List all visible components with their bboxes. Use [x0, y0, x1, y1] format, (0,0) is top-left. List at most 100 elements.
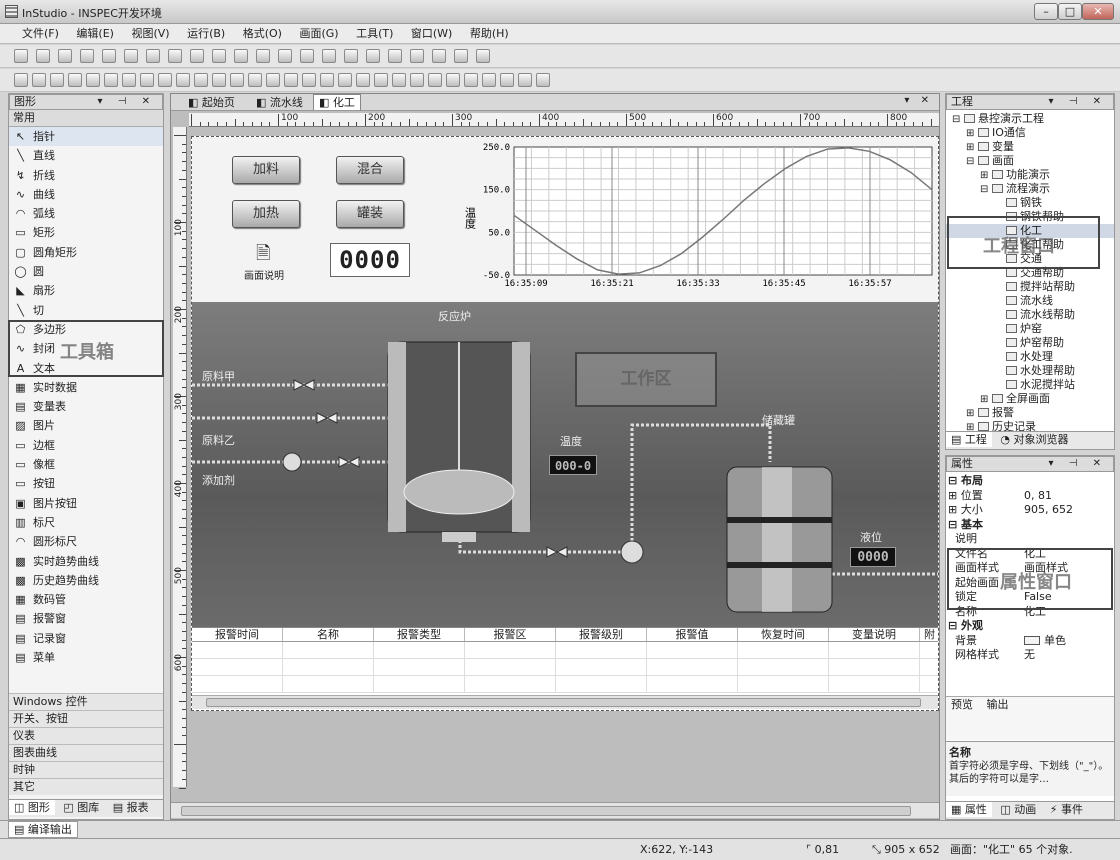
heat-button[interactable]: 加热	[232, 200, 300, 228]
toolbar-button-icon[interactable]	[500, 73, 514, 87]
toolbox-category[interactable]: Windows 控件	[9, 693, 163, 710]
tab-build-output[interactable]: ▤ 编译输出	[8, 821, 78, 838]
toolbar-button-icon[interactable]	[300, 49, 314, 63]
alarm-column-header[interactable]: 报警时间	[192, 628, 283, 641]
menu-file[interactable]: 文件(F)	[22, 24, 59, 44]
toolbar-button-icon[interactable]	[344, 49, 358, 63]
alarm-column-header[interactable]: 报警类型	[374, 628, 465, 641]
toolbar-button-icon[interactable]	[256, 49, 270, 63]
toolbar-button-icon[interactable]	[266, 73, 280, 87]
toolbar-button-icon[interactable]	[428, 73, 442, 87]
valve-out[interactable]	[546, 546, 568, 558]
property-row[interactable]: ⊟ 外观	[948, 619, 1114, 634]
toolbox-section[interactable]: 常用	[9, 110, 163, 127]
toolbar-button-icon[interactable]	[50, 73, 64, 87]
toolbar-button-icon[interactable]	[234, 49, 248, 63]
pump-transfer[interactable]	[620, 540, 644, 564]
close-button[interactable]: ✕	[1082, 3, 1114, 20]
toolbar-button-icon[interactable]	[14, 49, 28, 63]
toolbar-button-icon[interactable]	[122, 73, 136, 87]
toolbox-category[interactable]: 其它	[9, 778, 163, 795]
toolbar-button-icon[interactable]	[176, 73, 190, 87]
toolbar-button-icon[interactable]	[482, 73, 496, 87]
toolbar-button-icon[interactable]	[86, 73, 100, 87]
toolbar-button-icon[interactable]	[454, 49, 468, 63]
tab-chemical[interactable]: ◧ 化工	[313, 94, 361, 110]
tool-item[interactable]: ╲ 切	[9, 301, 163, 320]
toolbar-button-icon[interactable]	[518, 73, 532, 87]
tool-item[interactable]: ▩ 历史趋势曲线	[9, 571, 163, 590]
menu-edit[interactable]: 编辑(E)	[76, 24, 114, 44]
doc-tab-controls[interactable]: ▾ ✕	[904, 95, 933, 106]
toolbar-button-icon[interactable]	[68, 73, 82, 87]
tree-node[interactable]: ⊞ 报警	[946, 406, 1114, 420]
tree-node[interactable]: ⊞ 功能演示	[946, 168, 1114, 182]
toolbar-button-icon[interactable]	[284, 73, 298, 87]
tool-item[interactable]: ▦ 数码管	[9, 590, 163, 609]
tab-preview[interactable]: 预览	[946, 697, 978, 712]
tree-node[interactable]: ⊟ 画面	[946, 154, 1114, 168]
tool-item[interactable]: ▭ 矩形	[9, 223, 163, 242]
valve-a[interactable]	[293, 379, 315, 391]
minimize-button[interactable]: –	[1034, 3, 1058, 20]
project-panel-controls[interactable]: ▾ ⊣ ✕	[1049, 95, 1107, 109]
tab-shapes[interactable]: ◫ 图形	[9, 800, 55, 815]
toolbar-button-icon[interactable]	[80, 49, 94, 63]
toolbar-button-icon[interactable]	[104, 73, 118, 87]
tool-item[interactable]: ∿ 曲线	[9, 185, 163, 204]
tree-node[interactable]: 流水线帮助	[946, 308, 1114, 322]
toolbar-button-icon[interactable]	[58, 49, 72, 63]
tab-object-browser[interactable]: ◔ 对象浏览器	[995, 432, 1073, 447]
menu-help[interactable]: 帮助(H)	[470, 24, 509, 44]
alarm-column-header[interactable]: 附	[920, 628, 938, 641]
tab-start-page[interactable]: ◧ 起始页	[183, 95, 240, 110]
menu-view[interactable]: 视图(V)	[131, 24, 169, 44]
toolbar-button-icon[interactable]	[432, 49, 446, 63]
toolbox-category[interactable]: 图表曲线	[9, 744, 163, 761]
tree-node[interactable]: 水泥搅拌站	[946, 378, 1114, 392]
toolbar-button-icon[interactable]	[146, 49, 160, 63]
tool-item[interactable]: ▦ 实时数据	[9, 378, 163, 397]
property-row[interactable]: 网格样式 无	[948, 648, 1114, 663]
toolbar-button-icon[interactable]	[356, 73, 370, 87]
tree-node[interactable]: 水处理	[946, 350, 1114, 364]
toolbar-button-icon[interactable]	[464, 73, 478, 87]
expander-icon[interactable]: ⊞	[966, 127, 977, 141]
toolbar-button-icon[interactable]	[374, 73, 388, 87]
alarm-column-header[interactable]: 变量说明	[829, 628, 920, 641]
menu-run[interactable]: 运行(B)	[187, 24, 225, 44]
expander-icon[interactable]: ⊞	[966, 407, 977, 421]
tool-item[interactable]: ↖ 指针	[9, 127, 163, 147]
property-row[interactable]: ⊟ 布局	[948, 474, 1114, 489]
tab-events[interactable]: ⚡ 事件	[1045, 802, 1088, 817]
tab-pipeline[interactable]: ◧ 流水线	[251, 95, 308, 110]
alarm-row[interactable]	[192, 659, 938, 676]
menu-screen[interactable]: 画面(G)	[299, 24, 338, 44]
tree-node[interactable]: ⊟ 流程演示	[946, 182, 1114, 196]
tool-item[interactable]: ▭ 边框	[9, 436, 163, 455]
tree-node[interactable]: 水处理帮助	[946, 364, 1114, 378]
menu-format[interactable]: 格式(O)	[243, 24, 282, 44]
tree-node[interactable]: 搅拌站帮助	[946, 280, 1114, 294]
toolbar-button-icon[interactable]	[410, 49, 424, 63]
menu-tools[interactable]: 工具(T)	[356, 24, 393, 44]
tool-item[interactable]: ◯ 圆	[9, 262, 163, 281]
tab-animation[interactable]: ◫ 动画	[995, 802, 1041, 817]
tool-item[interactable]: ▣ 图片按钮	[9, 494, 163, 513]
tab-gallery[interactable]: ◰ 图库	[58, 800, 104, 815]
alarm-column-header[interactable]: 报警区	[465, 628, 556, 641]
expander-icon[interactable]: ⊟	[980, 183, 991, 197]
toolbar-button-icon[interactable]	[32, 73, 46, 87]
alarm-scroll-thumb[interactable]	[206, 698, 921, 707]
tab-project[interactable]: ▤ 工程	[946, 432, 992, 447]
toolbox-category[interactable]: 时钟	[9, 761, 163, 778]
toolbar-button-icon[interactable]	[36, 49, 50, 63]
toolbar-button-icon[interactable]	[168, 49, 182, 63]
tool-item[interactable]: ▤ 变量表	[9, 397, 163, 416]
tab-reports[interactable]: ▤ 报表	[108, 800, 154, 815]
alarm-row[interactable]	[192, 642, 938, 659]
valve-c[interactable]	[338, 456, 360, 468]
design-canvas[interactable]: 加料 混合 加热 罐装 🗎 画面说明 0000 250.0 150.0 50.0 -5…	[191, 136, 939, 711]
tool-item[interactable]: ▩ 实时趋势曲线	[9, 552, 163, 571]
tool-item[interactable]: ▥ 标尺	[9, 513, 163, 532]
